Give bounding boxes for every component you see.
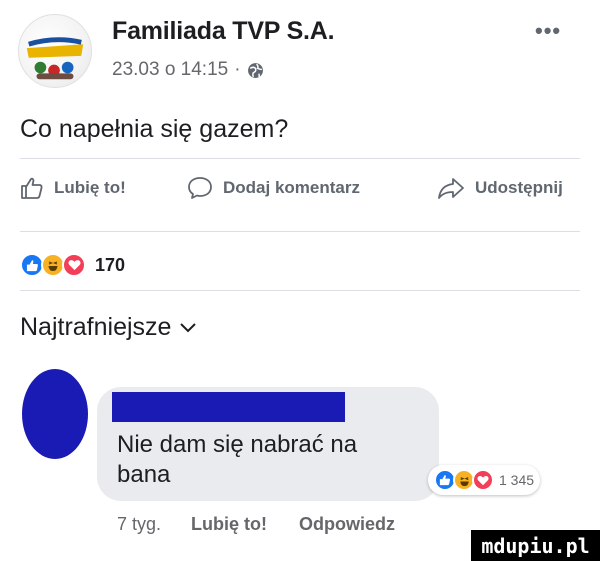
familiada-logo-icon xyxy=(26,37,84,80)
share-label: Udostępnij xyxy=(475,178,563,197)
meta-separator: · xyxy=(234,59,241,80)
share-arrow-icon xyxy=(438,178,464,199)
like-button[interactable]: Lubię to! xyxy=(20,176,126,200)
page-avatar[interactable] xyxy=(18,14,92,88)
share-button[interactable]: Udostępnij xyxy=(437,176,563,200)
post-timestamp[interactable]: 23.03 o 14:15 xyxy=(112,59,228,81)
comment-like-button[interactable]: Lubię to! xyxy=(191,514,267,535)
reactions-summary[interactable]: 170 xyxy=(20,253,125,277)
divider-bottom xyxy=(20,290,580,291)
sort-label: Najtrafniejsze xyxy=(20,313,172,341)
post-meta: 23.03 o 14:15 · xyxy=(112,59,264,81)
comment-time[interactable]: 7 tyg. xyxy=(117,514,161,535)
comment-reaction-count: 1 345 xyxy=(499,472,535,488)
site-watermark: mdupiu.pl xyxy=(471,530,600,561)
comment-bubble-icon xyxy=(188,177,212,199)
divider-mid xyxy=(20,231,580,232)
divider-top xyxy=(20,158,580,159)
love-reaction-icon xyxy=(472,469,494,491)
comment-label: Dodaj komentarz xyxy=(223,178,360,197)
commenter-avatar-redacted[interactable] xyxy=(22,369,88,459)
comment-sort-dropdown[interactable]: Najtrafniejsze xyxy=(20,313,197,342)
comment-button[interactable]: Dodaj komentarz xyxy=(187,176,360,200)
comment-reactions[interactable]: 1 345 xyxy=(428,465,541,495)
reaction-count: 170 xyxy=(95,254,126,275)
page-name[interactable]: Familiada TVP S.A. xyxy=(112,17,335,46)
comment-text: Nie dam się nabrać na bana xyxy=(117,431,358,488)
commenter-name-redacted[interactable] xyxy=(112,392,345,422)
thumbs-up-icon xyxy=(21,177,43,199)
comment-reply-button[interactable]: Odpowiedz xyxy=(299,514,395,535)
love-reaction-icon xyxy=(62,253,86,277)
chevron-down-icon xyxy=(180,322,197,332)
post-text: Co napełnia się gazem? xyxy=(20,115,289,143)
comment-actions: 7 tyg. Lubię to! Odpowiedz xyxy=(117,514,395,535)
globe-icon xyxy=(247,62,263,78)
like-label: Lubię to! xyxy=(54,178,126,197)
more-options-icon[interactable]: ••• xyxy=(535,18,561,44)
